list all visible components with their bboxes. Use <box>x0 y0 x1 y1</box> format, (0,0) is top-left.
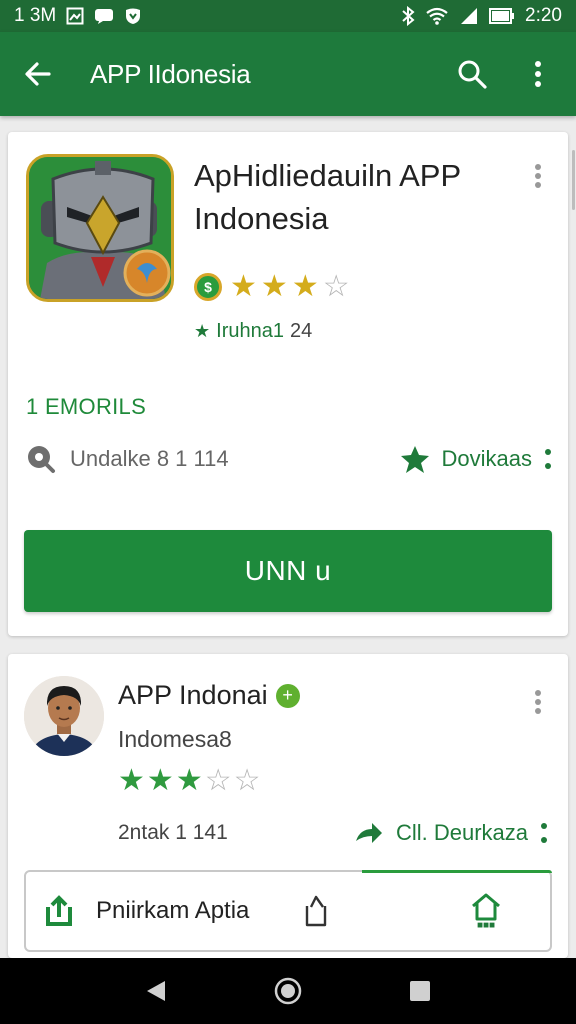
developer-rating: ★ ★ ★ ☆ ☆ <box>118 766 261 796</box>
developer-card-more-button[interactable] <box>526 684 550 720</box>
person-photo-icon <box>24 676 104 756</box>
more-vertical-icon[interactable] <box>544 446 552 472</box>
back-button[interactable] <box>14 50 62 98</box>
wifi-icon <box>425 7 449 25</box>
app-sub-count: 24 <box>289 320 313 342</box>
shield-notification-icon <box>124 7 142 25</box>
action-panel: Pniirkam Aptia ■■■ <box>24 870 552 952</box>
search-icon <box>458 60 487 89</box>
star-filled-icon: ★ <box>175 764 203 797</box>
message-notification-icon <box>94 8 114 24</box>
app-bar: APP IIdonesia <box>0 32 576 116</box>
nav-back-button[interactable] <box>136 971 176 1011</box>
developer-subtitle: Indomesa8 <box>118 726 232 752</box>
app-card: ApHidliedauiln APP Indonesia $ ★ ★ ★ ☆ ★… <box>8 132 568 636</box>
share-icon[interactable] <box>301 894 331 928</box>
panel-accent-bar <box>362 870 552 873</box>
app-icon[interactable] <box>26 154 174 302</box>
app-rating: $ ★ ★ ★ ☆ <box>194 272 350 302</box>
downloads-link[interactable]: Dovikaas <box>442 446 532 472</box>
developer-name-row: APP Indonai + <box>118 680 300 711</box>
app-title: ApHidliedauiln APP Indonesia <box>194 158 461 236</box>
status-time-left: 1 3M <box>14 5 57 26</box>
developer-downloads-link[interactable]: Cll. Deurkaza <box>396 820 528 846</box>
star-filled-icon: ★ <box>118 764 145 797</box>
star-empty-icon: ☆ <box>233 764 261 797</box>
more-vertical-icon[interactable] <box>540 820 548 846</box>
star-filled-icon: ★ <box>260 270 288 303</box>
home-tiny-mark: ■■■ <box>476 919 496 931</box>
star-empty-icon: ☆ <box>322 270 350 303</box>
search-button[interactable] <box>448 50 496 98</box>
bluetooth-icon <box>401 6 415 26</box>
app-subinfo: ★ Iruhna1 24 <box>194 320 312 343</box>
star-filled-icon: ★ <box>146 764 174 797</box>
verified-plus-icon: + <box>275 683 300 708</box>
system-nav-bar <box>0 958 576 1024</box>
forward-arrow-icon <box>355 823 382 843</box>
more-vertical-icon <box>535 164 541 188</box>
signal-icon <box>459 7 479 25</box>
page-title: APP IIdonesia <box>90 58 251 89</box>
more-vertical-icon <box>535 61 541 87</box>
install-button[interactable]: UNN u <box>24 530 552 612</box>
coin-badge-icon: $ <box>194 273 222 301</box>
circle-home-icon <box>274 977 302 1005</box>
developer-name: APP Indonai <box>118 680 268 710</box>
square-recents-icon <box>410 981 430 1001</box>
share-upload-icon[interactable] <box>44 895 74 927</box>
developer-meta-left: 2ntak 1 141 <box>118 821 228 844</box>
developer-meta-row: 2ntak 1 141 Cll. Deurkaza <box>118 820 548 846</box>
status-bar: 1 3M 2:20 <box>0 0 576 32</box>
triangle-back-icon <box>147 981 165 1001</box>
scroll-indicator[interactable] <box>572 150 575 210</box>
app-card-more-button[interactable] <box>526 158 550 194</box>
status-time-right: 2:20 <box>525 5 562 26</box>
star-empty-icon: ☆ <box>204 764 232 797</box>
robot-app-icon <box>29 157 171 299</box>
section-label: 1 EMORILS <box>26 394 147 419</box>
star-icon <box>400 446 429 473</box>
home-icon <box>472 893 500 920</box>
app-sub-label: Iruhna1 <box>216 320 284 342</box>
small-star-icon: ★ <box>194 321 211 341</box>
star-filled-icon: ★ <box>230 270 257 303</box>
app-meta-row: Undalke 8 1 114 Dovikaas <box>26 444 552 474</box>
nav-recents-button[interactable] <box>400 971 440 1011</box>
more-vertical-icon <box>535 690 541 714</box>
app-meta-left: Undalke 8 1 114 <box>70 446 229 471</box>
battery-icon <box>489 8 515 24</box>
developer-card: APP Indonai + Indomesa8 ★ ★ ★ ☆ ☆ 2ntak … <box>8 654 568 958</box>
home-button[interactable]: ■■■ <box>470 892 502 931</box>
overflow-menu-button[interactable] <box>514 50 562 98</box>
avatar[interactable] <box>24 676 104 756</box>
tag-icon <box>28 446 55 473</box>
arrow-left-icon <box>25 62 51 86</box>
image-notification-icon <box>66 7 84 25</box>
star-filled-icon: ★ <box>291 270 319 303</box>
nav-home-button[interactable] <box>268 971 308 1011</box>
panel-label[interactable]: Pniirkam Aptia <box>96 897 249 925</box>
